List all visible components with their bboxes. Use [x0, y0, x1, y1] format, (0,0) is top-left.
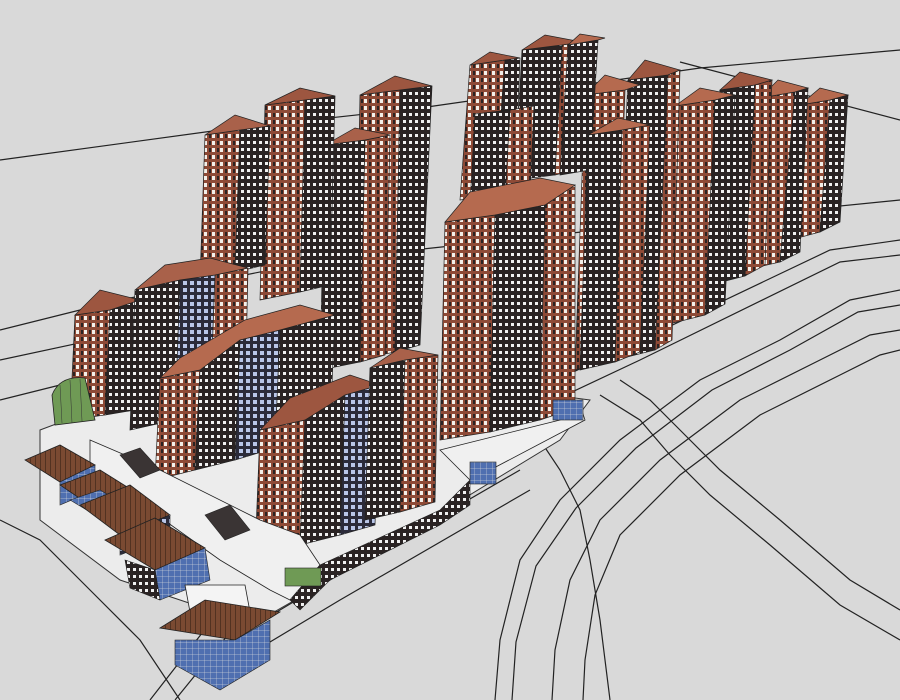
tower-t07 [199, 114, 271, 281]
tower-t12 [579, 117, 651, 371]
residential-complex-model [0, 0, 900, 700]
3d-model-viewport[interactable] [0, 0, 900, 700]
tower-t01 [364, 347, 439, 521]
tower-t08 [259, 87, 336, 301]
